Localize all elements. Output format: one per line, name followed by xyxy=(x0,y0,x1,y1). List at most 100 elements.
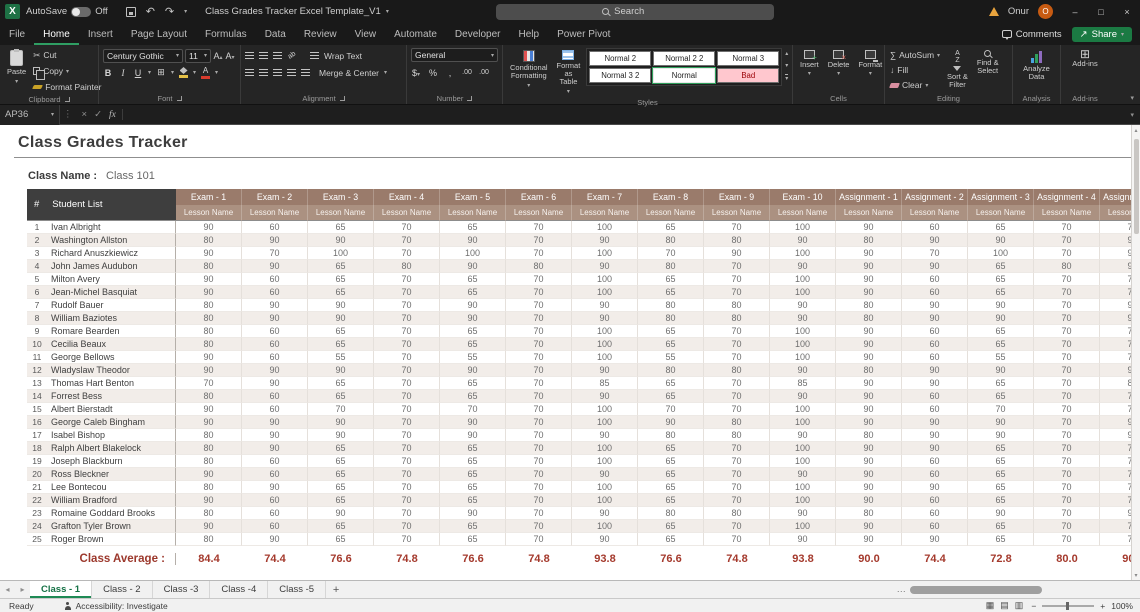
grade-cell[interactable]: 90 xyxy=(902,364,968,377)
grade-cell[interactable]: 90 xyxy=(176,468,242,481)
student-name[interactable]: Roger Brown xyxy=(47,533,176,546)
grade-cell[interactable]: 90 xyxy=(176,364,242,377)
grade-cell[interactable]: 70 xyxy=(374,481,440,494)
grade-cell[interactable]: 65 xyxy=(308,442,374,455)
grade-cell[interactable]: 90 xyxy=(770,468,836,481)
grade-cell[interactable]: 70 xyxy=(1034,377,1100,390)
grade-cell[interactable]: 100 xyxy=(770,416,836,429)
grade-cell[interactable]: 65 xyxy=(308,286,374,299)
gallery-up-icon[interactable]: ▴ xyxy=(785,50,788,57)
student-name[interactable]: Romaine Goddard Brooks xyxy=(47,507,176,520)
grade-cell[interactable]: 90 xyxy=(176,221,242,234)
grade-cell[interactable]: 60 xyxy=(902,520,968,533)
grade-cell[interactable]: 70 xyxy=(704,325,770,338)
grade-cell[interactable]: 70 xyxy=(506,247,572,260)
menu-tab-developer[interactable]: Developer xyxy=(446,23,510,45)
grade-cell[interactable]: 55 xyxy=(308,351,374,364)
tab-scroll-right-icon[interactable]: ▸ xyxy=(15,581,30,598)
format-as-table-button[interactable]: Format asTable ▾ xyxy=(554,48,584,98)
grade-cell[interactable]: 70 xyxy=(374,286,440,299)
grade-cell[interactable]: 65 xyxy=(968,481,1034,494)
analyze-data-button[interactable]: AnalyzeData xyxy=(1020,48,1053,83)
grade-cell[interactable]: 90 xyxy=(572,312,638,325)
fill-color-chevron-icon[interactable]: ▾ xyxy=(193,69,196,76)
grade-cell[interactable]: 80 xyxy=(176,312,242,325)
grade-cell[interactable]: 90 xyxy=(902,429,968,442)
grade-cell[interactable]: 65 xyxy=(968,533,1034,546)
grade-cell[interactable]: 65 xyxy=(308,481,374,494)
merge-center-button[interactable]: Merge & Center xyxy=(319,68,379,78)
grade-cell[interactable]: 90 xyxy=(836,403,902,416)
search-input[interactable] xyxy=(614,6,668,17)
grade-cell[interactable]: 60 xyxy=(902,273,968,286)
grade-cell[interactable]: 100 xyxy=(572,247,638,260)
borders-chevron-icon[interactable]: ▾ xyxy=(171,69,174,76)
grade-cell[interactable]: 60 xyxy=(902,455,968,468)
grade-cell[interactable]: 100 xyxy=(770,325,836,338)
grade-cell[interactable]: 90 xyxy=(836,520,902,533)
scroll-up-icon[interactable]: ▴ xyxy=(1134,125,1137,135)
italic-button[interactable]: I xyxy=(118,68,128,78)
font-color-button[interactable]: A xyxy=(201,66,210,79)
menu-tab-page-layout[interactable]: Page Layout xyxy=(122,23,196,45)
grade-cell[interactable]: 70 xyxy=(506,234,572,247)
grade-cell[interactable]: 70 xyxy=(506,338,572,351)
grade-cell[interactable]: 100 xyxy=(770,403,836,416)
grade-cell[interactable]: 90 xyxy=(770,364,836,377)
column-header-exam-2[interactable]: Exam - 2 xyxy=(242,189,308,205)
grade-cell[interactable]: 80 xyxy=(704,312,770,325)
grade-cell[interactable]: 60 xyxy=(902,286,968,299)
grade-cell[interactable]: 70 xyxy=(704,351,770,364)
grade-cell[interactable]: 90 xyxy=(902,377,968,390)
student-name[interactable]: Washington Allston xyxy=(47,234,176,247)
grade-cell[interactable]: 70 xyxy=(374,390,440,403)
grade-cell[interactable]: 70 xyxy=(506,286,572,299)
document-title[interactable]: Class Grades Tracker Excel Template_V1 ▾ xyxy=(205,6,389,17)
grade-cell[interactable]: 65 xyxy=(440,481,506,494)
column-header-exam-9[interactable]: Exam - 9 xyxy=(704,189,770,205)
grade-cell[interactable]: 70 xyxy=(1034,507,1100,520)
grade-cell[interactable]: 70 xyxy=(1034,481,1100,494)
grade-cell[interactable]: 70 xyxy=(374,494,440,507)
grade-cell[interactable]: 60 xyxy=(902,494,968,507)
grade-cell[interactable]: 65 xyxy=(968,273,1034,286)
menu-tab-automate[interactable]: Automate xyxy=(385,23,446,45)
grade-cell[interactable]: 65 xyxy=(440,468,506,481)
grade-cell[interactable]: 65 xyxy=(308,390,374,403)
grade-cell[interactable]: 65 xyxy=(308,338,374,351)
grade-cell[interactable]: 65 xyxy=(968,325,1034,338)
grade-cell[interactable]: 70 xyxy=(1034,364,1100,377)
clipboard-dialog-launcher[interactable] xyxy=(65,97,70,102)
grade-cell[interactable]: 90 xyxy=(242,533,308,546)
grade-cell[interactable]: 90 xyxy=(176,286,242,299)
grade-cell[interactable]: 100 xyxy=(572,221,638,234)
sheet-tab-class-4[interactable]: Class -4 xyxy=(210,581,268,598)
grade-cell[interactable]: 100 xyxy=(572,286,638,299)
grade-cell[interactable]: 70 xyxy=(308,403,374,416)
student-name[interactable]: Grafton Tyler Brown xyxy=(47,520,176,533)
grade-cell[interactable]: 70 xyxy=(1034,221,1100,234)
grade-cell[interactable]: 70 xyxy=(374,429,440,442)
accessibility-status[interactable]: Accessibility: Investigate xyxy=(64,601,168,611)
menu-tab-insert[interactable]: Insert xyxy=(79,23,122,45)
zoom-slider[interactable] xyxy=(1042,605,1094,607)
grade-cell[interactable]: 70 xyxy=(374,377,440,390)
grade-cell[interactable]: 70 xyxy=(506,494,572,507)
insert-function-icon[interactable]: fx xyxy=(109,110,116,120)
student-name[interactable]: William Baziotes xyxy=(47,312,176,325)
grade-cell[interactable]: 90 xyxy=(836,351,902,364)
grade-cell[interactable]: 60 xyxy=(902,338,968,351)
grade-cell[interactable]: 70 xyxy=(374,364,440,377)
grade-cell[interactable]: 65 xyxy=(968,520,1034,533)
grade-cell[interactable]: 100 xyxy=(572,494,638,507)
grade-cell[interactable]: 70 xyxy=(374,338,440,351)
grade-cell[interactable]: 70 xyxy=(374,299,440,312)
grade-cell[interactable]: 65 xyxy=(638,325,704,338)
grade-cell[interactable]: 90 xyxy=(836,221,902,234)
grade-cell[interactable]: 70 xyxy=(176,377,242,390)
grade-cell[interactable]: 65 xyxy=(968,260,1034,273)
grade-cell[interactable]: 90 xyxy=(572,234,638,247)
grade-cell[interactable]: 65 xyxy=(308,221,374,234)
grade-cell[interactable]: 60 xyxy=(242,286,308,299)
confirm-entry-icon[interactable]: ✓ xyxy=(94,109,102,120)
